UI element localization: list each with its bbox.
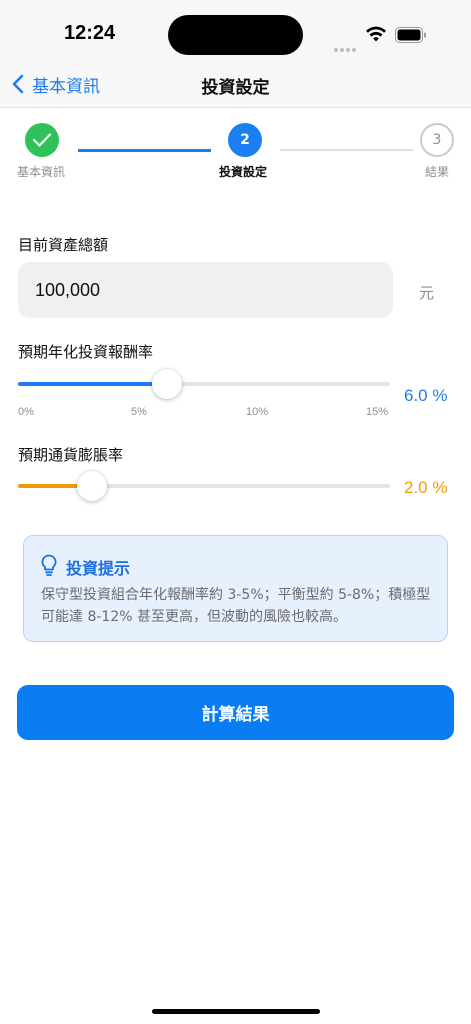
- checkmark-icon: [32, 133, 52, 147]
- progress-stepper: 2 3 基本資訊 投資設定 結果: [0, 108, 471, 188]
- step-3-pending: 3: [420, 123, 454, 157]
- return-rate-value: 6.0 %: [404, 386, 448, 405]
- inflation-rate-slider[interactable]: [18, 471, 390, 501]
- inflation-rate-value: 2.0 %: [404, 478, 448, 497]
- tip-title: 投資提示: [66, 559, 131, 578]
- cellular-signal-icon: [334, 37, 358, 52]
- return-tick-15: 15%: [366, 406, 389, 418]
- calculate-button[interactable]: 計算結果: [17, 685, 454, 740]
- slider-fill: [18, 382, 167, 386]
- tip-body: 保守型投資組合年化報酬率約 3-5%；平衡型約 5-8%；積極型可能達 8-12…: [41, 587, 431, 625]
- investment-tip-card: 投資提示 保守型投資組合年化報酬率約 3-5%；平衡型約 5-8%；積極型可能達…: [23, 535, 448, 642]
- asset-input[interactable]: [18, 262, 393, 318]
- step-connector-2: [280, 149, 413, 151]
- return-rate-slider[interactable]: [18, 369, 390, 399]
- return-tick-5: 5%: [131, 406, 147, 418]
- slider-thumb[interactable]: [77, 471, 108, 501]
- status-bar: 12:24: [0, 0, 471, 60]
- slider-thumb[interactable]: [151, 369, 182, 399]
- battery-icon: [395, 27, 426, 43]
- step-connector-1: [78, 149, 211, 152]
- status-time: 12:24: [64, 22, 116, 44]
- step-2-active: 2: [228, 123, 262, 157]
- asset-unit: 元: [419, 284, 435, 302]
- step-3-label: 結果: [425, 165, 450, 179]
- return-rate-label: 預期年化投資報酬率: [18, 343, 154, 361]
- dynamic-island: [168, 15, 303, 55]
- asset-label: 目前資產總額: [18, 236, 109, 254]
- home-indicator[interactable]: [152, 1009, 320, 1014]
- step-1-label: 基本資訊: [17, 165, 66, 179]
- step-2-label: 投資設定: [219, 165, 268, 179]
- return-tick-10: 10%: [246, 406, 269, 418]
- lightbulb-icon: [41, 554, 57, 576]
- return-tick-0: 0%: [18, 406, 34, 418]
- navigation-bar: 基本資訊 投資設定: [0, 60, 471, 108]
- step-1-complete: [25, 123, 59, 157]
- inflation-rate-label: 預期通貨膨脹率: [18, 446, 124, 464]
- page-title: 投資設定: [201, 78, 270, 98]
- wifi-icon: [366, 26, 386, 42]
- screen: 12:24 基本資訊 投資設定 2 3 基本資訊 投資設定 結果 目前資產總額 …: [0, 0, 471, 1024]
